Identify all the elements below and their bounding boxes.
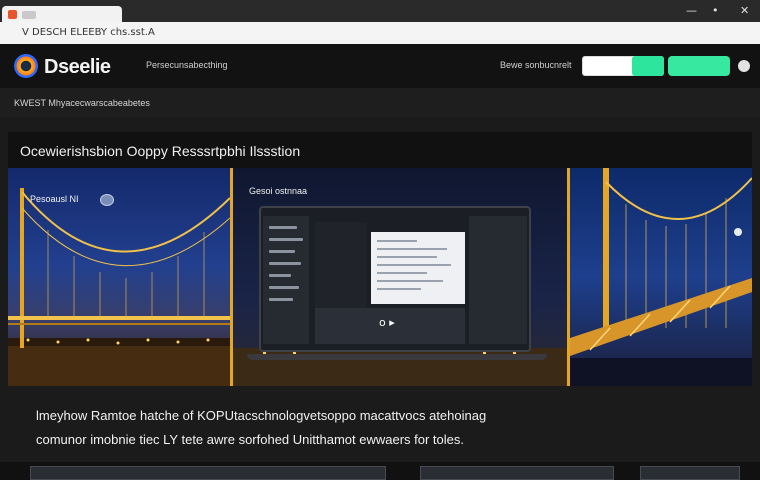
maximize-icon[interactable]: • [712,4,719,17]
description-line-2: comunor imobnie tiec LY tete awre sorfoh… [36,432,465,447]
site-logo-text[interactable]: Dseelie [44,56,111,79]
site-header: Dseelie Persecunsabecthing Bewe sonbucnr… [0,44,760,88]
play-icon[interactable]: o ▸ [379,316,401,334]
breadcrumb[interactable]: KWEST Mhyacecwarscabeabetes [14,98,150,108]
laptop-base [247,354,547,360]
close-icon[interactable]: ✕ [740,4,749,17]
header-right-link[interactable]: Bewe sonbucnrelt [500,60,572,70]
cta-button[interactable] [668,56,730,76]
address-bar[interactable]: V DESCH ELEEBY chs.sst.A [0,22,760,44]
bottom-thumbnail[interactable] [640,466,740,480]
bottom-thumbnail[interactable] [30,466,386,480]
favicon-icon [8,10,17,19]
hero-middle-panel: Gesoi ostnnaa o ▸ [230,168,570,386]
tab-label-placeholder [22,11,36,19]
profile-icon[interactable] [738,60,750,72]
bottom-thumbnail[interactable] [420,466,614,480]
hero-tag-icon [100,194,114,206]
description-line-1: lmeyhow Ramtoe hatche of KOPUtacschnolog… [36,408,487,423]
search-button[interactable] [632,56,664,76]
browser-chrome: — • ✕ V DESCH ELEEBY chs.sst.A [0,0,760,44]
hero-left-panel: Pesoausl NI [8,168,230,386]
app-right-panel [469,216,527,344]
laptop-screen: o ▸ [259,206,531,352]
bridge-right-illustration [570,168,752,386]
header-nav-link[interactable]: Persecunsabecthing [146,60,228,70]
article-description: lmeyhow Ramtoe hatche of KOPUtacschnolog… [36,404,736,452]
sub-navigation: KWEST Mhyacecwarscabeabetes [0,88,760,118]
hero-right-panel [570,168,752,386]
app-document [371,232,465,304]
app-sidebar [263,216,309,344]
logo-icon[interactable] [14,54,38,78]
page-title: Ocewierishsbion Ooppy Resssrtpbhi Ilssst… [20,143,301,159]
article-header: Ocewierishsbion Ooppy Resssrtpbhi Ilssst… [8,132,752,168]
address-url[interactable]: V DESCH ELEEBY chs.sst.A [22,27,155,38]
minimize-icon[interactable]: — [686,4,697,17]
hero-left-tag: Pesoausl NI [30,194,79,204]
hero-image: Pesoausl NI Gesoi ostnnaa o ▸ [8,168,752,386]
